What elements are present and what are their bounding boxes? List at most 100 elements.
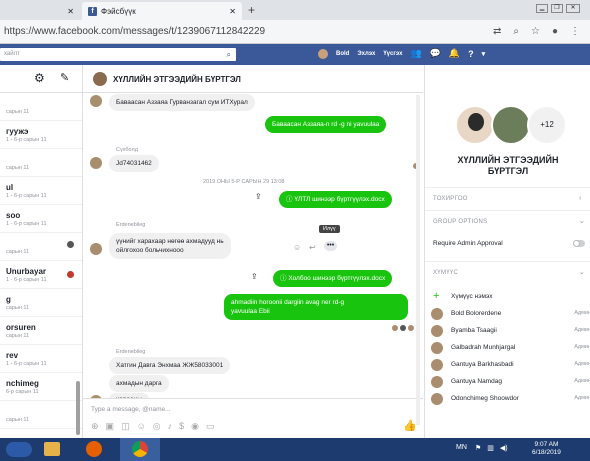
file-attachment[interactable]: ⓘ Холбоо шинээр бүртгүүлэх.docx (273, 270, 393, 287)
money-icon[interactable]: $ (179, 421, 184, 432)
reply-icon[interactable]: ↩ (309, 243, 316, 252)
message-bubble: ahmadiin horoonii dargiin avag ner rd-g … (224, 294, 408, 320)
file-explorer-icon[interactable] (44, 442, 60, 456)
tab-previous[interactable]: ✕ (0, 2, 80, 20)
share-icon[interactable]: ⇪ (255, 192, 262, 201)
message-input[interactable]: Type a message, @name... (91, 406, 171, 413)
list-item[interactable]: g сарын 11 (0, 289, 82, 317)
list-item[interactable]: ul 1 - 6-р сарын 11 (0, 177, 82, 205)
section-settings[interactable]: ТОХИРГОО (433, 196, 468, 202)
list-item[interactable]: гуужэ 1 - 6-р сарын 11 (0, 121, 82, 149)
more-options-icon[interactable]: ••• (324, 241, 337, 251)
list-item[interactable]: Unurbayar 1 - 6-р сарын 11 (0, 261, 82, 289)
mic-icon[interactable]: ♪ (168, 421, 173, 432)
menu-kebab-icon[interactable]: ⋮ (570, 26, 580, 37)
seen-avatar (400, 325, 406, 331)
avatar (431, 393, 443, 405)
section-group-options[interactable]: GROUP OPTIONS (433, 219, 487, 225)
chrome-taskbar-item[interactable] (120, 438, 160, 461)
list-item[interactable]: Byamba Tsaagii Админ (425, 323, 590, 340)
list-item[interactable]: Galbadrah Munhjargal Админ (425, 340, 590, 357)
group-title-line: ХҮЛЛИЙН ЭТГЭЭДИЙН (457, 155, 559, 165)
close-tab-icon[interactable]: ✕ (229, 7, 236, 16)
list-item[interactable]: Gantuya Namdag Админ (425, 374, 590, 391)
user-avatar[interactable] (318, 48, 328, 59)
add-icon[interactable]: ⊕ (91, 421, 99, 432)
image-icon[interactable]: ▣ (106, 421, 115, 432)
file-attachment[interactable]: ⓘ ҮЛТЛ шинээр бүртгүүлэх.docx (279, 191, 392, 208)
language-indicator[interactable]: MN (456, 444, 467, 451)
list-item[interactable]: сарын 11 (0, 93, 82, 121)
search-icon[interactable]: ⌕ (227, 50, 231, 60)
scrollbar-thumb[interactable] (76, 381, 80, 435)
emoji-react-icon[interactable]: ☺ (293, 243, 301, 252)
clock[interactable]: 9:07 AM 6/18/2019 (532, 441, 561, 457)
list-item[interactable]: сарын 11 (0, 401, 82, 429)
member-count-badge[interactable]: +12 (527, 105, 567, 145)
chevron-down-icon[interactable]: ⌄ (579, 217, 585, 225)
chevron-down-icon[interactable]: ⌄ (579, 268, 585, 276)
avatar (431, 342, 443, 354)
game-icon[interactable]: ◉ (191, 421, 199, 432)
list-item[interactable]: orsuren сарын 11 (0, 317, 82, 345)
new-message-icon[interactable]: ✎ (60, 71, 69, 84)
list-item[interactable]: сарын 11 (0, 233, 82, 261)
scrollbar-track[interactable] (416, 95, 420, 425)
new-tab-icon[interactable]: + (248, 3, 255, 17)
bookmark-star-icon[interactable]: ☆ (531, 26, 540, 37)
add-people-row[interactable]: + Хүмүүс нэмэх (425, 289, 590, 306)
start-button[interactable] (6, 442, 32, 457)
list-item[interactable]: сарын 11 (0, 149, 82, 177)
emoji-icon[interactable]: ◎ (153, 421, 161, 432)
help-icon[interactable]: ? (468, 49, 474, 59)
conversation-info-panel: +12 ХҮЛЛИЙН ЭТГЭЭДИЙН БҮРТГЭЛ ТОХИРГОО ‹… (424, 65, 590, 438)
close-tab-icon[interactable]: ✕ (67, 7, 74, 16)
list-item[interactable]: Bold Bolorerdene Админ (425, 306, 590, 323)
notifications-icon[interactable]: 🔔 (449, 48, 460, 59)
maximize-icon[interactable]: ❐ (551, 4, 563, 13)
minimize-icon[interactable]: ▁ (536, 4, 548, 13)
nav-profile[interactable]: Bold (336, 51, 349, 57)
account-menu-icon[interactable]: ▾ (482, 50, 486, 58)
share-icon[interactable]: ⇪ (251, 272, 258, 281)
network-icon[interactable]: ▥ (487, 444, 494, 452)
require-admin-toggle[interactable] (573, 240, 585, 247)
list-item[interactable]: soo 1 - 6-р сарын 11 (0, 205, 82, 233)
search-input[interactable]: хайлт ⌕ (0, 48, 236, 61)
like-icon[interactable]: 👍 (403, 419, 417, 432)
message-bubble: Jd74031462 (109, 155, 159, 172)
firefox-icon[interactable] (86, 441, 102, 457)
divider (425, 261, 590, 262)
sender-name: Erdenebileg (116, 222, 146, 228)
settings-gear-icon[interactable]: ⚙ (34, 71, 45, 85)
list-item[interactable]: Odonchimeg Shoowdor Админ (425, 391, 590, 408)
search-placeholder: хайлт (4, 51, 20, 57)
url-field[interactable]: https://www.facebook.com/messages/t/1239… (4, 26, 265, 37)
tray-icon[interactable]: ⚑ (475, 444, 481, 452)
window-close-icon[interactable]: ✕ (566, 4, 580, 13)
member-name: Odonchimeg Shoowdor (451, 395, 519, 402)
profile-icon[interactable]: ● (552, 26, 558, 37)
camera-icon[interactable]: ▭ (206, 421, 215, 432)
zoom-icon[interactable]: ⌕ (513, 26, 519, 37)
chevron-left-icon[interactable]: ‹ (579, 195, 581, 202)
require-admin-label: Require Admin Approval (433, 240, 503, 247)
nav-create[interactable]: Үүсгэх (383, 51, 402, 57)
section-people[interactable]: ХҮМҮҮС (433, 270, 458, 276)
gif-icon[interactable]: ◫ (121, 421, 130, 432)
list-item[interactable]: Gantuya Barkhasbadi Админ (425, 357, 590, 374)
nav-home[interactable]: Эхлэх (357, 51, 375, 57)
list-item[interactable]: rev 1 - 6-р сарын 11 (0, 345, 82, 373)
tab-facebook[interactable]: f Фэйсбүүк ✕ (82, 2, 242, 20)
messenger-icon[interactable]: 💬 (430, 48, 441, 59)
group-title: ХҮЛЛИЙН ЭТГЭЭДИЙН БҮРТГЭЛ (425, 155, 590, 177)
avatar (67, 241, 74, 248)
file-name: Холбоо шинээр бүртгүүлэх.docx (288, 275, 386, 282)
list-item[interactable]: nchimeg 6-р сарын 11 (0, 373, 82, 401)
sticker-icon[interactable]: ☺ (137, 421, 146, 432)
friends-icon[interactable]: 👥 (410, 48, 421, 59)
translate-icon[interactable]: ⇄ (493, 26, 501, 37)
volume-icon[interactable]: ◀) (500, 444, 508, 452)
member-name: Gantuya Namdag (451, 378, 502, 385)
address-bar: https://www.facebook.com/messages/t/1239… (0, 20, 590, 44)
